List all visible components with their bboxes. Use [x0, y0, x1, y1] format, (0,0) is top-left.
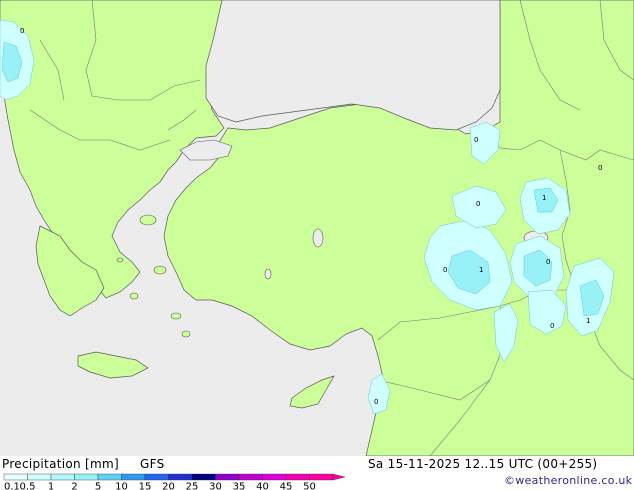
legend-color-box: [3, 473, 28, 481]
legend-tick-label: 0.5: [20, 482, 36, 490]
island-6: [116, 257, 124, 263]
point-value: 1: [586, 317, 590, 325]
legend-color-box: [50, 473, 75, 481]
legend-color-bar: [3, 473, 346, 481]
model-name: GFS: [140, 457, 165, 471]
point-value: 0: [474, 136, 478, 144]
legend-color-box: [262, 473, 287, 481]
point-value: 0: [550, 322, 554, 330]
precipitation-legend: 0.1 0.5 1 2 5 10 15 20 25 30 35 40 45 50: [3, 473, 346, 490]
point-value: 0: [20, 27, 24, 35]
island-3: [129, 292, 139, 300]
island-4: [170, 312, 182, 320]
legend-color-box: [285, 473, 310, 481]
legend-tick-label: 0.1: [4, 482, 20, 490]
lake-tuz: [312, 228, 324, 248]
legend-tick-label: 15: [139, 482, 152, 490]
valid-time: Sa 15-11-2025 12..15 UTC (00+255): [368, 457, 598, 471]
legend-tick-label: 50: [303, 482, 316, 490]
legend-color-box: [27, 473, 52, 481]
point-value: 1: [479, 266, 483, 274]
legend-color-box: [121, 473, 146, 481]
legend-tick-label: 2: [71, 482, 77, 490]
island-5: [181, 330, 191, 338]
point-value: 1: [542, 194, 546, 202]
legend-tick-label: 40: [256, 482, 269, 490]
legend-arrow-tip: [332, 473, 346, 481]
point-value: 0: [443, 266, 447, 274]
legend-color-box: [309, 473, 334, 481]
point-value: 0: [374, 398, 378, 406]
legend-tick-label: 1: [48, 482, 54, 490]
legend-tick-label: 20: [162, 482, 175, 490]
point-value: 0: [598, 164, 602, 172]
legend-color-box: [215, 473, 240, 481]
legend-tick-label: 25: [186, 482, 199, 490]
legend-tick-label: 45: [280, 482, 293, 490]
legend-color-box: [168, 473, 193, 481]
point-value: 0: [546, 258, 550, 266]
legend-tick-label: 10: [115, 482, 128, 490]
map-title: Precipitation [mm]: [2, 457, 119, 471]
legend-color-box: [191, 473, 216, 481]
legend-color-box: [74, 473, 99, 481]
legend-color-box: [97, 473, 122, 481]
legend-tick-label: 30: [209, 482, 222, 490]
legend-tick-label: 35: [233, 482, 246, 490]
precipitation-map-view: 0 0 0 1 0 1 0 0 1 0 0 Precipitation [mm]…: [0, 0, 634, 490]
legend-labels: 0.1 0.5 1 2 5 10 15 20 25 30 35 40 45 50: [4, 482, 316, 490]
lake-small: [264, 268, 272, 280]
legend-color-box: [238, 473, 263, 481]
island-2: [153, 265, 167, 275]
legend-tick-label: 5: [95, 482, 101, 490]
point-value: 0: [476, 200, 480, 208]
legend-color-box: [144, 473, 169, 481]
map-canvas: 0 0 0 1 0 1 0 0 1 0 0: [0, 0, 634, 456]
island-1: [139, 214, 157, 226]
